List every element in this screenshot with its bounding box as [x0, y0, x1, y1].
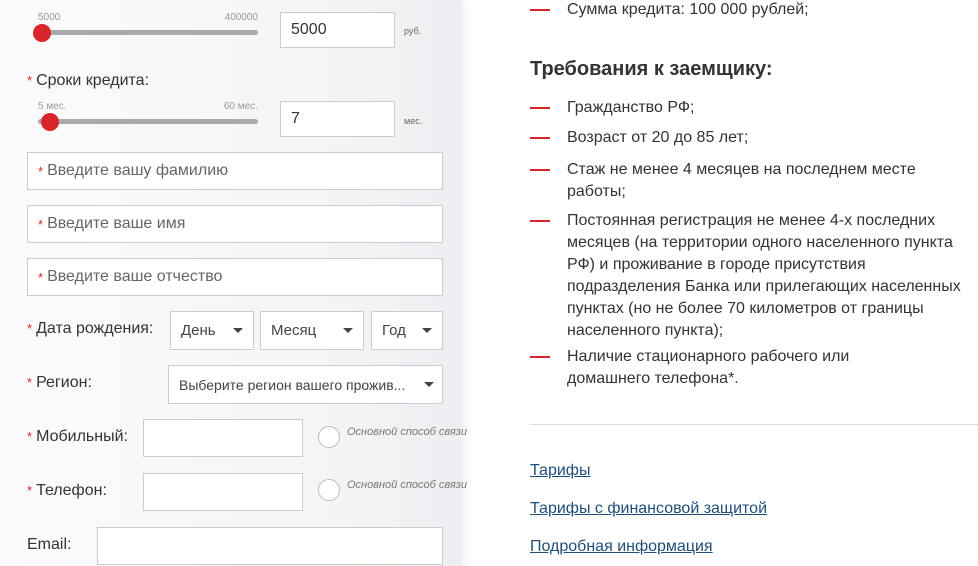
- dash-bullet: [530, 356, 550, 358]
- application-form: 5000 400000 5000 руб. * Сроки кредита: 5 …: [0, 0, 467, 566]
- mobile-label: * Мобильный:: [27, 428, 128, 446]
- term-label: * Сроки кредита:: [27, 72, 149, 90]
- region-value: Выберите регион вашего прожив...: [179, 376, 406, 393]
- phone-input[interactable]: [143, 473, 303, 511]
- list-item: Сумма кредита: 100 000 рублей;: [530, 0, 977, 21]
- chevron-down-icon: [422, 328, 432, 333]
- item-text: Возраст от 20 до 85 лет;: [567, 129, 749, 146]
- email-input[interactable]: [97, 527, 443, 565]
- day-value: День: [181, 322, 216, 339]
- region-label: * Регион:: [27, 374, 92, 392]
- amount-input[interactable]: 5000: [280, 12, 395, 48]
- name-placeholder: Введите ваше имя: [47, 215, 186, 232]
- chevron-down-icon: [343, 328, 353, 333]
- patronymic-placeholder: Введите ваше отчество: [47, 268, 223, 285]
- item-text: Сумма кредита: 100 000 рублей;: [567, 1, 809, 18]
- region-select[interactable]: Выберите регион вашего прожив...: [168, 365, 443, 404]
- term-min-label: 5 мес.: [38, 101, 67, 112]
- required-mark: *: [38, 216, 44, 232]
- required-mark: *: [27, 483, 33, 498]
- phone-label-text: Телефон:: [36, 482, 107, 499]
- chevron-down-icon: [233, 328, 243, 333]
- list-item: Стаж не менее 4 месяцев на последнем мес…: [530, 159, 977, 203]
- chevron-down-icon: [424, 382, 434, 387]
- year-value: Год: [382, 322, 406, 339]
- required-mark: *: [38, 163, 44, 179]
- month-value: Месяц: [271, 322, 317, 339]
- phone-primary-radio[interactable]: [318, 479, 340, 501]
- birth-label: * Дата рождения:: [27, 320, 153, 338]
- item-text: Гражданство РФ;: [567, 99, 695, 116]
- surname-input[interactable]: * Введите вашу фамилию: [27, 152, 443, 190]
- list-item: Возраст от 20 до 85 лет;: [530, 127, 977, 149]
- term-max-label: 60 мес.: [223, 101, 258, 112]
- tariffs-link[interactable]: Тарифы: [530, 462, 590, 480]
- patronymic-input[interactable]: * Введите ваше отчество: [27, 258, 443, 296]
- term-label-text: Сроки кредита:: [36, 72, 150, 89]
- item-text: Постоянная регистрация не менее 4-х посл…: [567, 212, 961, 339]
- list-item: Гражданство РФ;: [530, 97, 977, 119]
- dash-bullet: [530, 220, 550, 222]
- required-mark: *: [27, 375, 33, 390]
- amount-slider-track[interactable]: [38, 30, 258, 35]
- list-item: Постоянная регистрация не менее 4-х посл…: [530, 210, 977, 342]
- mobile-primary-label: Основной способ связи: [347, 426, 467, 438]
- required-mark: *: [27, 321, 33, 336]
- dash-bullet: [530, 169, 550, 171]
- mobile-primary-radio[interactable]: [318, 426, 340, 448]
- divider: [530, 424, 978, 425]
- phone-primary-label: Основной способ связи: [347, 479, 467, 491]
- item-text: Наличие стационарного рабочего или домаш…: [567, 348, 850, 387]
- birth-month-select[interactable]: Месяц: [260, 311, 364, 350]
- mobile-label-text: Мобильный:: [36, 428, 128, 445]
- surname-placeholder: Введите вашу фамилию: [47, 162, 229, 179]
- term-input[interactable]: 7: [280, 101, 395, 137]
- tariffs-protection-link[interactable]: Тарифы с финансовой защитой: [530, 500, 767, 518]
- requirements-heading: Требования к заемщику:: [530, 58, 773, 80]
- term-unit: мес.: [404, 116, 423, 126]
- birth-label-text: Дата рождения:: [36, 320, 154, 337]
- required-mark: *: [27, 73, 33, 88]
- name-input[interactable]: * Введите ваше имя: [27, 205, 443, 243]
- region-label-text: Регион:: [36, 374, 92, 391]
- dash-bullet: [530, 137, 550, 139]
- term-slider-handle[interactable]: [41, 113, 59, 131]
- amount-slider-handle[interactable]: [33, 24, 51, 42]
- email-label: Email:: [27, 536, 72, 553]
- item-text: Стаж не менее 4 месяцев на последнем мес…: [567, 161, 916, 200]
- dash-bullet: [530, 107, 550, 109]
- required-mark: *: [27, 429, 33, 444]
- phone-label: * Телефон:: [27, 482, 107, 500]
- amount-unit: руб.: [404, 26, 422, 36]
- dash-bullet: [530, 9, 550, 11]
- list-item: Наличие стационарного рабочего или домаш…: [530, 346, 907, 390]
- birth-day-select[interactable]: День: [170, 311, 254, 350]
- mobile-input[interactable]: [143, 419, 303, 457]
- amount-max-label: 400000: [224, 12, 258, 23]
- details-link[interactable]: Подробная информация: [530, 538, 713, 556]
- birth-year-select[interactable]: Год: [371, 311, 443, 350]
- required-mark: *: [38, 269, 44, 285]
- amount-min-label: 5000: [38, 12, 61, 23]
- term-slider-track[interactable]: [38, 119, 258, 124]
